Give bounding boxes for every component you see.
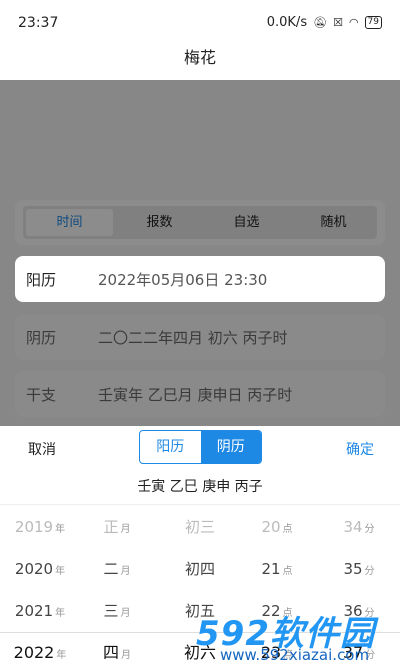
ganzhi-preview: 壬寅 乙巳 庚申 丙子 xyxy=(137,479,263,495)
divider xyxy=(0,504,400,505)
wheel-item: 三月 xyxy=(103,602,131,620)
mute-icon: 🔕︎ xyxy=(313,16,328,29)
wheel-item: 34 分 xyxy=(343,518,375,536)
calendar-toggle: 阳历 阴历 xyxy=(139,430,262,464)
wheel-item: 初四 xyxy=(184,560,215,578)
wheel-item-selected: 2022 年 xyxy=(13,643,67,662)
watermark-url: www.592xiazai.com xyxy=(220,646,370,664)
title-bar: 梅花 xyxy=(0,44,400,80)
row-label: 阴历 xyxy=(26,329,57,347)
toggle-lunar[interactable]: 阴历 xyxy=(200,431,261,463)
row-solar[interactable]: 阳历 2022年05月06日 23:30 xyxy=(15,256,385,302)
wheel-item: 35 分 xyxy=(343,560,375,578)
battery-icon: 79 xyxy=(364,16,382,29)
wifi-icon: ◠ xyxy=(348,16,359,29)
cancel-button[interactable]: 取消 xyxy=(28,439,56,459)
toggle-solar[interactable]: 阳历 xyxy=(140,431,201,463)
row-ganzhi[interactable]: 干支 壬寅年 乙巳月 庚申日 丙子时 xyxy=(15,371,385,417)
page-title: 梅花 xyxy=(183,48,216,67)
watermark-logo: 592软件园 www.592xiazai.com xyxy=(196,606,400,667)
row-value: 二〇二二年四月 初六 丙子时 xyxy=(98,329,288,347)
wheel-item: 20 点 xyxy=(261,518,293,536)
wheel-item: 2019 年 xyxy=(14,518,66,536)
wheel-item: 二月 xyxy=(103,560,131,578)
row-lunar[interactable]: 阴历 二〇二二年四月 初六 丙子时 xyxy=(15,314,385,360)
wheel-item: 2021 年 xyxy=(14,602,66,620)
row-value: 2022年05月06日 23:30 xyxy=(98,271,268,289)
year-wheel[interactable]: 2019 年 2020 年 2021 年 2022 年 xyxy=(8,506,72,667)
row-value: 壬寅年 乙巳月 庚申日 丙子时 xyxy=(98,386,293,404)
sim-icon: ☒ xyxy=(333,16,343,29)
wheel-item: 初三 xyxy=(184,518,215,536)
month-wheel[interactable]: 正月 二月 三月 四月 xyxy=(92,506,142,667)
wheel-item: 正月 xyxy=(103,518,131,536)
row-label: 阳历 xyxy=(26,271,57,289)
wheel-item-selected: 四月 xyxy=(102,643,131,662)
confirm-button[interactable]: 确定 xyxy=(346,439,374,459)
picker-header: 取消 阳历 阴历 确定 xyxy=(0,426,400,468)
network-speed: 0.0K/s xyxy=(266,15,308,30)
status-bar: 23:37 0.0K/s 🔕︎ ☒ ◠ 79 xyxy=(0,0,400,44)
status-icons: 0.0K/s 🔕︎ ☒ ◠ 79 xyxy=(267,15,382,30)
wheel-item: 21 点 xyxy=(261,560,293,578)
status-time: 23:37 xyxy=(18,15,59,31)
wheel-item: 2020 年 xyxy=(14,560,66,578)
row-label: 干支 xyxy=(26,386,57,404)
